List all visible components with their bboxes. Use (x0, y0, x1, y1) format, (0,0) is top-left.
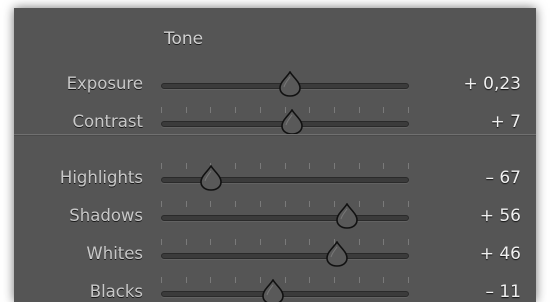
section-title: Tone (164, 29, 204, 49)
tick-mark (210, 277, 211, 283)
tick-mark (285, 163, 286, 169)
tick-mark (408, 277, 409, 283)
tick-mark (186, 239, 187, 245)
tick-mark (161, 163, 162, 169)
tick-mark (359, 239, 360, 245)
slider-thumb[interactable] (199, 165, 222, 191)
tick-mark (186, 277, 187, 283)
slider-thumb-shape[interactable] (279, 71, 301, 97)
tick-mark (359, 277, 360, 283)
tick-marks (161, 163, 409, 171)
slider-track[interactable] (161, 253, 409, 259)
slider-label: Highlights (59, 168, 143, 187)
slider-thumb-shape[interactable] (326, 241, 348, 267)
slider-row-exposure: Exposure + 0,23 (14, 66, 536, 102)
tick-mark (161, 277, 162, 283)
tick-marks (161, 239, 409, 247)
tick-mark (408, 107, 409, 113)
tick-mark (383, 277, 384, 283)
slider-track[interactable] (161, 291, 409, 297)
tick-mark (309, 277, 310, 283)
slider-thumb-shape[interactable] (281, 109, 304, 135)
slider-thumb[interactable] (336, 203, 358, 229)
tick-mark (210, 201, 211, 207)
tick-mark (334, 277, 335, 283)
tick-mark (309, 163, 310, 169)
slider-label: Whites (86, 244, 143, 263)
tick-mark (383, 163, 384, 169)
tick-mark (408, 163, 409, 169)
tick-mark (260, 201, 261, 207)
tick-mark (359, 107, 360, 113)
slider-thumb[interactable] (281, 109, 304, 135)
slider-label: Exposure (66, 74, 143, 93)
tick-mark (408, 201, 409, 207)
slider-label: Blacks (89, 282, 143, 301)
slider-label: Contrast (72, 112, 143, 131)
tick-mark (359, 201, 360, 207)
slider-thumb-shape[interactable] (199, 165, 222, 191)
slider-label: Shadows (69, 206, 143, 225)
tick-mark (161, 107, 162, 113)
slider-row-shadows: Shadows + 56 (14, 198, 536, 234)
tick-mark (383, 201, 384, 207)
tick-mark (334, 163, 335, 169)
tick-mark (309, 107, 310, 113)
slider-value[interactable]: – 11 (485, 281, 521, 302)
tick-mark (235, 163, 236, 169)
tick-mark (285, 201, 286, 207)
tick-mark (161, 201, 162, 207)
slider-thumb[interactable] (261, 279, 284, 302)
tick-mark (309, 239, 310, 245)
slider-track[interactable] (161, 177, 409, 183)
slider-value[interactable]: + 56 (480, 205, 521, 227)
tone-panel: Tone Exposure + 0,23 Contrast + 7 Highli… (14, 8, 536, 302)
slider-value[interactable]: – 67 (485, 167, 521, 189)
tick-mark (235, 107, 236, 113)
tick-mark (186, 201, 187, 207)
tick-mark (235, 239, 236, 245)
tick-mark (260, 239, 261, 245)
slider-track[interactable] (161, 215, 409, 221)
slider-row-highlights: Highlights – 67 (14, 160, 536, 196)
slider-thumb-shape[interactable] (336, 203, 358, 229)
tick-mark (383, 107, 384, 113)
slider-row-whites: Whites + 46 (14, 236, 536, 272)
slider-row-blacks: Blacks – 11 (14, 274, 536, 302)
tick-mark (186, 107, 187, 113)
tick-marks (161, 201, 409, 209)
tick-mark (260, 163, 261, 169)
slider-thumb[interactable] (326, 241, 348, 267)
divider (14, 134, 536, 136)
slider-thumb[interactable] (279, 71, 301, 97)
tick-marks (161, 277, 409, 285)
tick-mark (161, 239, 162, 245)
slider-value[interactable]: + 0,23 (464, 73, 522, 95)
tick-mark (359, 163, 360, 169)
tick-mark (235, 277, 236, 283)
slider-thumb-shape[interactable] (261, 279, 284, 302)
tick-mark (210, 107, 211, 113)
slider-value[interactable]: + 46 (480, 243, 521, 265)
tick-mark (334, 107, 335, 113)
slider-value[interactable]: + 7 (491, 111, 521, 133)
tick-mark (210, 239, 211, 245)
tick-mark (235, 201, 236, 207)
tick-mark (285, 277, 286, 283)
tick-mark (186, 163, 187, 169)
tick-mark (309, 201, 310, 207)
tick-mark (260, 107, 261, 113)
tick-mark (334, 201, 335, 207)
tick-mark (285, 239, 286, 245)
tick-mark (383, 239, 384, 245)
tick-mark (408, 239, 409, 245)
